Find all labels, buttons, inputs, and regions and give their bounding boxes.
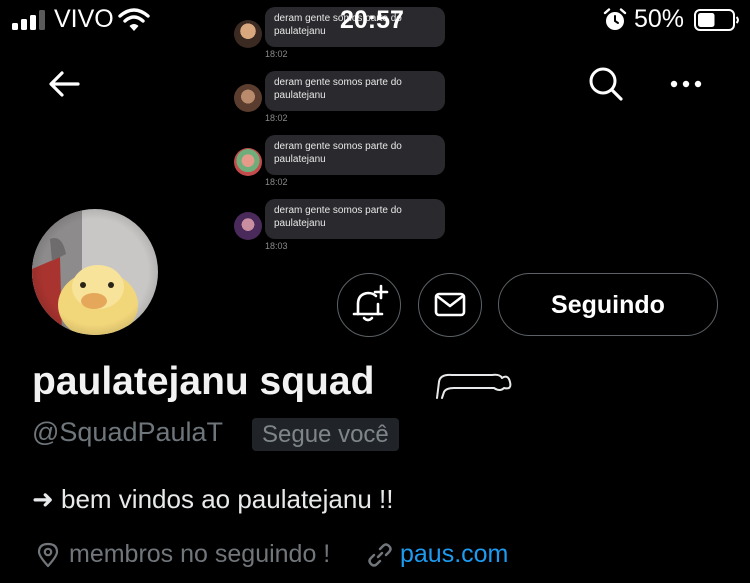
following-button[interactable]: Seguindo — [498, 273, 718, 336]
chat-message: deram gente somos parte do paulatejanu 1… — [234, 135, 446, 195]
chat-avatar — [234, 20, 262, 48]
message-button[interactable] — [418, 273, 482, 337]
battery-percentage: 50% — [634, 5, 685, 33]
status-time: 20:57 — [340, 6, 404, 34]
notification-bell-add-icon — [352, 284, 388, 321]
signal-icon — [12, 10, 45, 30]
profile-display-name: paulatejanu squad — [32, 360, 375, 403]
profile-location: membros no seguindo ! — [69, 540, 331, 568]
chat-bubble-text: deram gente somos parte do paulatejanu — [265, 199, 445, 239]
chat-avatar — [234, 84, 262, 112]
chat-timestamp: 18:03 — [265, 241, 288, 251]
search-icon — [589, 67, 623, 101]
back-button[interactable] — [44, 66, 84, 102]
name-emoji-decoration — [436, 373, 512, 399]
chat-timestamp: 18:02 — [265, 113, 288, 123]
more-icon — [670, 80, 702, 88]
battery-icon — [694, 9, 739, 31]
chat-timestamp: 18:02 — [265, 49, 288, 59]
chat-message: deram gente somos parte do paulatejanu 1… — [234, 71, 446, 131]
chat-timestamp: 18:02 — [265, 177, 288, 187]
carrier-name: VIVO — [54, 5, 114, 33]
chat-avatar — [234, 212, 262, 240]
follows-you-badge: Segue você — [252, 418, 399, 451]
chat-bubble-text: deram gente somos parte do paulatejanu — [265, 71, 445, 111]
chat-bubble-text: deram gente somos parte do paulatejanu — [265, 135, 445, 175]
duckling-photo — [32, 209, 158, 335]
profile-avatar[interactable] — [32, 209, 158, 335]
chat-avatar — [234, 148, 262, 176]
chat-message: deram gente somos parte do paulatejanu 1… — [234, 199, 446, 259]
more-options-button[interactable] — [664, 68, 708, 100]
profile-handle: @SquadPaulaT — [32, 417, 224, 447]
mail-icon — [434, 292, 465, 316]
profile-website-link[interactable]: paus.com — [400, 540, 508, 569]
wifi-icon — [118, 8, 150, 31]
alarm-icon — [603, 8, 627, 30]
notifications-button[interactable] — [337, 273, 401, 337]
back-arrow-icon — [49, 71, 80, 97]
profile-bio: ➜ bem vindos ao paulatejanu !! — [32, 484, 394, 514]
status-bar: VIVO 20:57 50% — [0, 0, 750, 40]
link-icon — [368, 543, 392, 567]
search-button[interactable] — [586, 64, 626, 104]
location-pin-icon — [37, 542, 59, 568]
